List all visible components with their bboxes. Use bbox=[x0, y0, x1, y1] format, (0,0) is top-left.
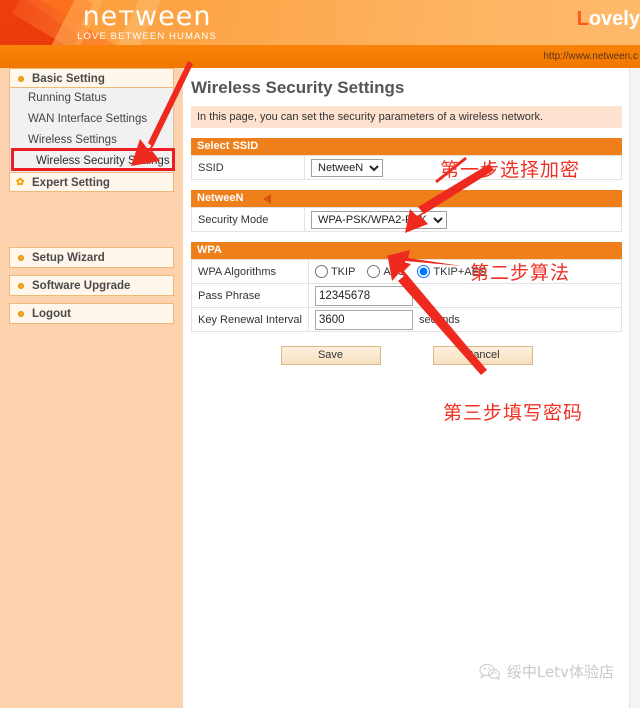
url-bar: http://www.netween.c bbox=[0, 45, 640, 68]
key-renewal-cell: seconds bbox=[307, 307, 623, 332]
section-header-wpa-label: WPA bbox=[197, 244, 222, 256]
sidebar-header-expert-setting[interactable]: ✿ Expert Setting bbox=[9, 172, 174, 192]
radio-aes-label: AES bbox=[383, 265, 406, 278]
wpa-algorithms-label: WPA Algorithms bbox=[191, 259, 309, 284]
watermark: 绥中Letv体验店 bbox=[479, 661, 614, 682]
page-title: Wireless Security Settings bbox=[191, 78, 405, 97]
sidebar-item-software-upgrade-label: Software Upgrade bbox=[32, 280, 131, 292]
ssid-select[interactable]: NetweeN bbox=[311, 158, 383, 177]
bullet-icon bbox=[18, 76, 24, 82]
ssid-label: SSID bbox=[191, 155, 305, 180]
sidebar-item-running-status[interactable]: Running Status bbox=[10, 88, 173, 109]
selection-highlight-box bbox=[11, 148, 175, 171]
site-header: neтween LOVE BETWEEN HUMANS Lovely bbox=[0, 0, 640, 45]
security-mode-table: Security Mode WPA-PSK/WPA2-PSK bbox=[191, 207, 622, 232]
key-renewal-unit: seconds bbox=[418, 313, 460, 326]
radio-tkip-label: TKIP bbox=[330, 265, 356, 278]
form-button-row: Save Cancel bbox=[184, 346, 629, 365]
bullet-icon bbox=[18, 255, 24, 261]
sidebar-item-wan-interface-settings-label: WAN Interface Settings bbox=[28, 113, 148, 125]
sidebar-group-basic-setting: Basic Setting Running Status WAN Interfa… bbox=[9, 68, 174, 192]
sidebar-item-logout-label: Logout bbox=[32, 308, 71, 320]
sidebar-item-running-status-label: Running Status bbox=[28, 92, 107, 104]
security-mode-label: Security Mode bbox=[191, 207, 305, 232]
section-header-select-ssid: Select SSID bbox=[191, 138, 622, 155]
watermark-text: 绥中Letv体验店 bbox=[506, 663, 614, 681]
sidebar-item-setup-wizard[interactable]: Setup Wizard bbox=[9, 247, 174, 268]
annotation-step3-text: 第三步填写密码 bbox=[443, 402, 584, 424]
sidebar-item-software-upgrade[interactable]: Software Upgrade bbox=[9, 275, 174, 296]
bullet-icon bbox=[18, 283, 24, 289]
sidebar-item-logout[interactable]: Logout bbox=[9, 303, 174, 324]
pass-phrase-label: Pass Phrase bbox=[191, 283, 309, 308]
wechat-icon bbox=[479, 663, 500, 680]
brand-logo: neтween LOVE BETWEEN HUMANS bbox=[32, 3, 262, 43]
wpa-algorithms-cell: TKIP AES TKIP+AES bbox=[307, 259, 623, 284]
annotation-step2-text: 第二步算法 bbox=[470, 262, 571, 284]
security-mode-cell: WPA-PSK/WPA2-PSK bbox=[304, 207, 622, 232]
logo-wordmark: neтween bbox=[82, 1, 212, 32]
save-button[interactable]: Save bbox=[280, 346, 381, 365]
security-mode-select[interactable]: WPA-PSK/WPA2-PSK bbox=[311, 210, 447, 229]
header-brand-right-text: ovely bbox=[588, 8, 640, 30]
section-header-ssid: NetweeN bbox=[191, 190, 622, 207]
pass-phrase-cell bbox=[307, 283, 623, 308]
key-renewal-label: Key Renewal Interval bbox=[191, 307, 309, 332]
header-brand-right: Lovely bbox=[577, 8, 640, 31]
site-url: http://www.netween.c bbox=[543, 51, 639, 62]
annotation-step1-text: 第一步选择加密 bbox=[440, 159, 581, 181]
pass-phrase-input[interactable] bbox=[314, 285, 413, 306]
radio-option-tkip[interactable]: TKIP bbox=[314, 265, 356, 278]
table-row: Security Mode WPA-PSK/WPA2-PSK bbox=[191, 207, 622, 232]
table-row: Pass Phrase bbox=[191, 283, 623, 308]
flower-icon: ✿ bbox=[16, 177, 25, 188]
radio-tkip-aes[interactable] bbox=[417, 265, 431, 278]
section-header-ssid-label: NetweeN bbox=[197, 192, 244, 204]
key-renewal-input[interactable] bbox=[314, 309, 413, 330]
sidebar-item-wireless-settings-label: Wireless Settings bbox=[28, 134, 117, 146]
bullet-icon bbox=[18, 311, 24, 317]
radio-option-aes[interactable]: AES bbox=[367, 265, 405, 278]
table-row: Key Renewal Interval seconds bbox=[191, 307, 623, 332]
left-arrow-icon bbox=[263, 194, 271, 204]
logo-tagline: LOVE BETWEEN HUMANS bbox=[77, 31, 217, 42]
sidebar-item-setup-wizard-label: Setup Wizard bbox=[32, 252, 105, 264]
sidebar-header-basic-setting-label: Basic Setting bbox=[32, 73, 105, 85]
cancel-button[interactable]: Cancel bbox=[432, 346, 533, 365]
sidebar-header-expert-setting-label: Expert Setting bbox=[32, 177, 110, 189]
section-wpa: WPA WPA Algorithms TKIP AES TKIP+AES Pas… bbox=[191, 242, 623, 332]
section-header-select-ssid-label: Select SSID bbox=[197, 140, 259, 152]
radio-tkip[interactable] bbox=[314, 265, 328, 278]
section-header-wpa: WPA bbox=[191, 242, 622, 259]
sidebar-header-basic-setting[interactable]: Basic Setting bbox=[9, 68, 174, 88]
section-ssid-security: NetweeN Security Mode WPA-PSK/WPA2-PSK bbox=[191, 190, 622, 232]
page-right-gutter bbox=[629, 68, 640, 708]
sidebar-item-wan-interface-settings[interactable]: WAN Interface Settings bbox=[10, 109, 173, 130]
page-description: In this page, you can set the security p… bbox=[191, 106, 622, 128]
radio-aes[interactable] bbox=[367, 265, 381, 278]
header-brand-right-initial: L bbox=[576, 8, 589, 30]
